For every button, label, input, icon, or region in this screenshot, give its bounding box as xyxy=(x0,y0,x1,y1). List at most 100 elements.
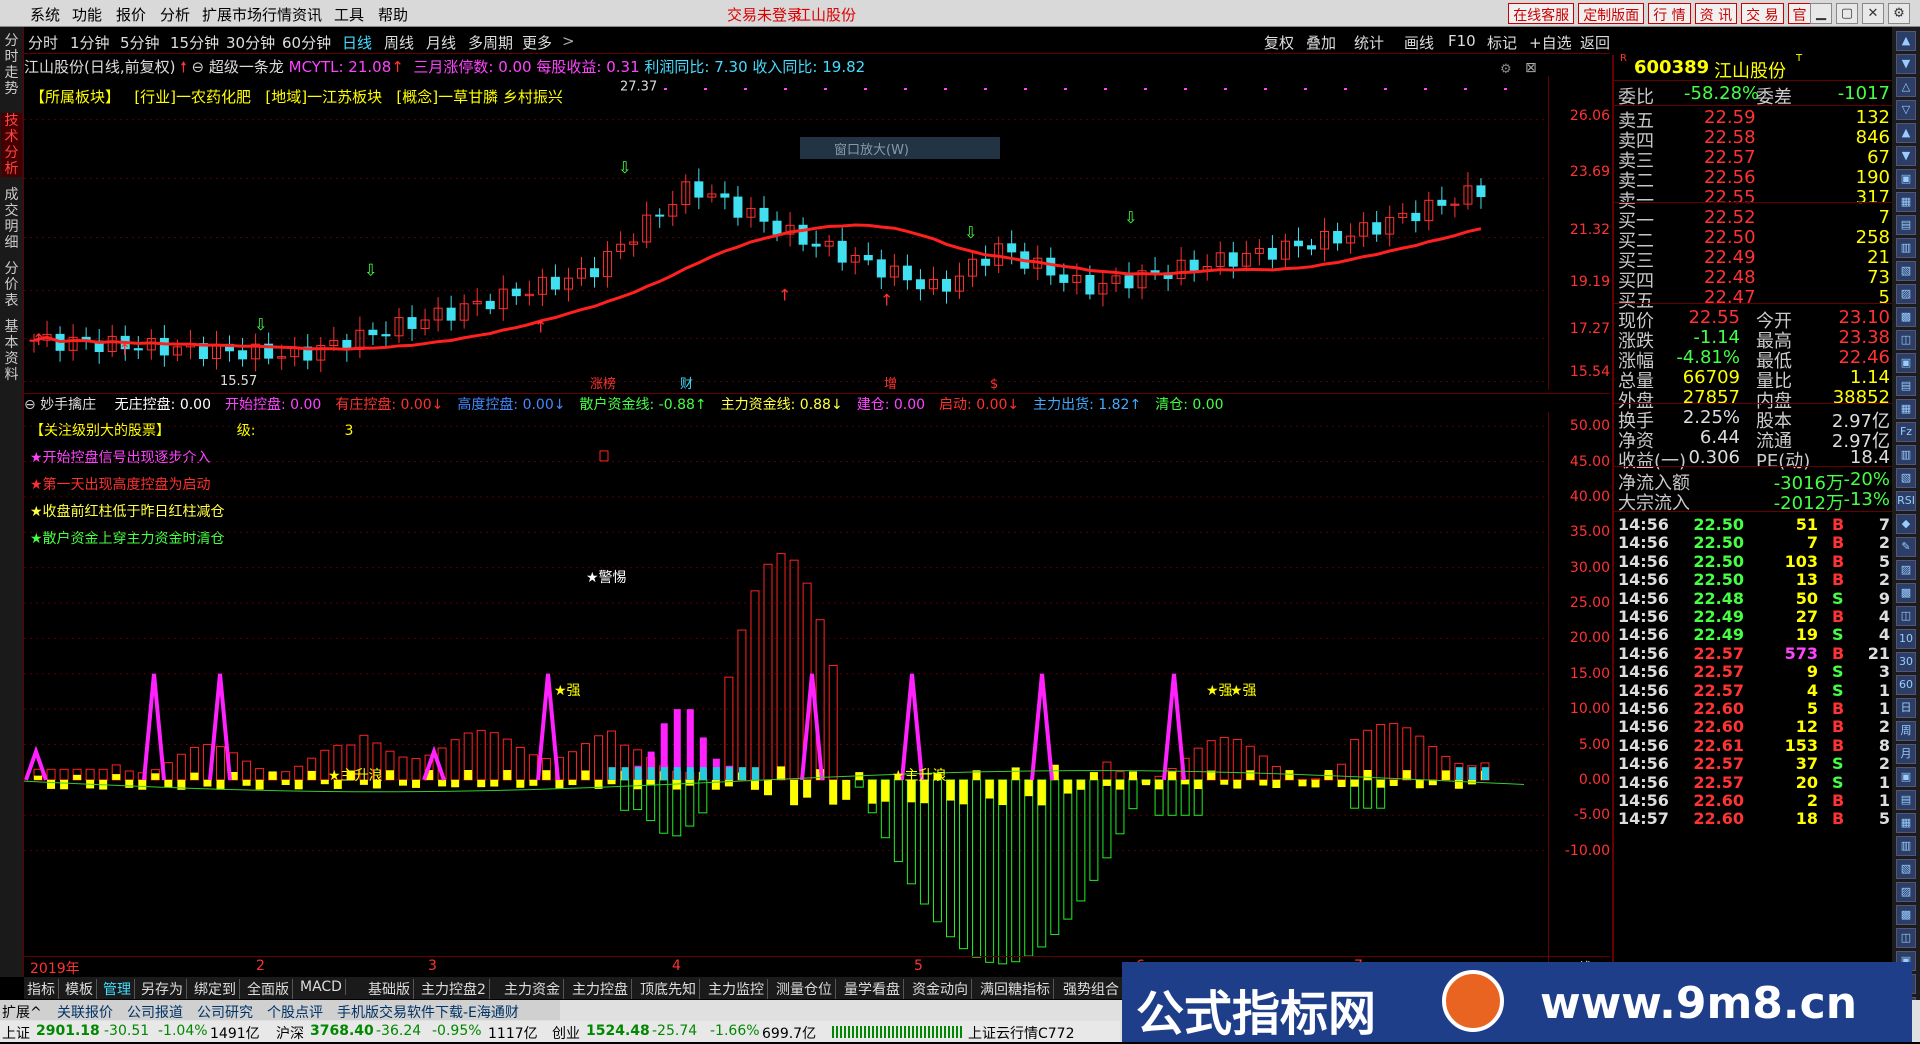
trade-button[interactable]: 交 易 xyxy=(1741,3,1783,24)
tool-add-watchlist[interactable]: +自选 xyxy=(1529,32,1572,53)
period-intraday[interactable]: 分时 xyxy=(28,32,58,53)
side-tool-icon[interactable]: ▽ xyxy=(1896,100,1916,120)
side-tool-icon[interactable]: ▨ xyxy=(1896,882,1916,902)
side-tool-icon[interactable]: ▥ xyxy=(1896,445,1916,465)
chart-settings-icon[interactable]: ⚙ xyxy=(1500,62,1512,77)
side-tool-icon[interactable]: ▤ xyxy=(1896,790,1916,810)
template-tab[interactable]: 全面版 xyxy=(244,979,293,999)
menu-system[interactable]: 系统 xyxy=(30,4,60,25)
side-tool-icon[interactable]: ▼ xyxy=(1896,146,1916,166)
online-service-button[interactable]: 在线客服 xyxy=(1508,3,1574,24)
news-button[interactable]: 资 讯 xyxy=(1695,3,1737,24)
side-tool-icon[interactable]: ▦ xyxy=(1896,813,1916,833)
side-tool-icon[interactable]: 月 xyxy=(1896,744,1916,764)
cy-label[interactable]: 创业 xyxy=(552,1023,580,1043)
period-daily[interactable]: 日线 xyxy=(342,32,372,53)
side-tool-icon[interactable]: ▦ xyxy=(1896,192,1916,212)
template-tab[interactable]: 模板 xyxy=(62,979,97,999)
side-tool-icon[interactable]: ▧ xyxy=(1896,859,1916,879)
chart-close-icon[interactable]: ⊠ xyxy=(1525,60,1537,76)
side-tool-icon[interactable]: RSI xyxy=(1896,491,1916,511)
side-tool-icon[interactable]: 30 xyxy=(1896,652,1916,672)
tab-price-table[interactable]: 分价表 xyxy=(1,261,22,309)
side-tool-icon[interactable]: ◫ xyxy=(1896,928,1916,948)
side-tool-icon[interactable]: ◫ xyxy=(1896,606,1916,626)
market-button[interactable]: 行 情 xyxy=(1648,3,1690,24)
bottom-link[interactable]: 扩展^ xyxy=(2,1002,42,1022)
period-5min[interactable]: 5分钟 xyxy=(120,32,160,53)
side-tool-icon[interactable]: ▩ xyxy=(1896,307,1916,327)
sub-indicator-name[interactable]: 妙手擒庄 xyxy=(40,397,96,413)
side-tool-icon[interactable]: ▨ xyxy=(1896,560,1916,580)
bottom-link[interactable]: 手机版交易软件下载-E海通财 xyxy=(337,1002,519,1022)
period-weekly[interactable]: 周线 xyxy=(384,32,414,53)
tool-mark[interactable]: 标记 xyxy=(1487,32,1517,53)
kline-chart[interactable]: 27.3715.57涨榜财增$↑↑↑↑↑⇩⇩⇩⇩⇩ xyxy=(24,76,1610,390)
period-multi[interactable]: 多周期 xyxy=(468,32,513,53)
template-tab[interactable]: 主力资金 xyxy=(501,979,564,999)
side-tool-icon[interactable]: ▥ xyxy=(1896,836,1916,856)
menu-news[interactable]: 资讯 xyxy=(292,4,322,25)
minimize-icon[interactable]: ▁ xyxy=(1810,3,1832,24)
bottom-link[interactable]: 关联报价 xyxy=(57,1002,113,1022)
side-tool-icon[interactable]: ✎ xyxy=(1896,537,1916,557)
indicator-name[interactable]: 超级一条龙 xyxy=(209,58,284,76)
template-tab[interactable]: 测量仓位 xyxy=(773,979,836,999)
menu-quote[interactable]: 报价 xyxy=(116,4,146,25)
zoom-popup[interactable]: 窗口放大(W) xyxy=(800,137,1000,159)
bottom-link[interactable]: 公司报道 xyxy=(127,1002,183,1022)
side-tool-icon[interactable]: ▧ xyxy=(1896,261,1916,281)
side-tool-icon[interactable]: ▣ xyxy=(1896,767,1916,787)
side-tool-icon[interactable]: 10 xyxy=(1896,629,1916,649)
side-tool-icon[interactable]: ▩ xyxy=(1896,583,1916,603)
template-tab[interactable]: 另存为 xyxy=(138,979,187,999)
template-tab[interactable]: 量学看盘 xyxy=(841,979,904,999)
side-tool-icon[interactable]: ▩ xyxy=(1896,905,1916,925)
tab-technical[interactable]: 技术分析 xyxy=(1,113,22,177)
template-tab[interactable]: 管理 xyxy=(100,979,135,999)
side-tool-icon[interactable]: ▲ xyxy=(1896,31,1916,51)
template-tab[interactable]: MACD xyxy=(297,979,346,995)
side-tool-icon[interactable]: ▲ xyxy=(1896,123,1916,143)
template-tab[interactable]: 资金动向 xyxy=(909,979,972,999)
side-tool-icon[interactable]: △ xyxy=(1896,77,1916,97)
hs-label[interactable]: 沪深 xyxy=(276,1023,304,1043)
period-monthly[interactable]: 月线 xyxy=(426,32,456,53)
side-tool-icon[interactable]: 日 xyxy=(1896,698,1916,718)
side-tool-icon[interactable]: ▤ xyxy=(1896,376,1916,396)
bottom-link[interactable]: 公司研究 xyxy=(197,1002,253,1022)
close-icon[interactable]: ✕ xyxy=(1862,3,1884,24)
more-chevron-icon[interactable]: > xyxy=(562,32,575,50)
sub-indicator-chart[interactable]: ★警惕★强★强★强★主升浪★主升浪 xyxy=(24,412,1548,978)
sub-toggle-icon[interactable]: ⊖ xyxy=(24,397,36,413)
tool-back[interactable]: 返回 xyxy=(1580,32,1610,53)
tab-intraday[interactable]: 分时走势 xyxy=(1,33,22,97)
bottom-link[interactable]: 个股点评 xyxy=(267,1002,323,1022)
custom-layout-button[interactable]: 定制版面 xyxy=(1578,3,1644,24)
template-tab[interactable]: 满回糖指标 xyxy=(977,979,1054,999)
restore-icon[interactable]: ▢ xyxy=(1836,3,1858,24)
period-more[interactable]: 更多 xyxy=(522,32,552,53)
menu-tools[interactable]: 工具 xyxy=(334,4,364,25)
indicator-toggle-icon[interactable]: ⊖ xyxy=(191,58,204,76)
tool-draw[interactable]: 画线 xyxy=(1404,32,1434,53)
settings-icon[interactable]: ⚙ xyxy=(1888,3,1910,24)
tool-adjust[interactable]: 复权 xyxy=(1264,32,1294,53)
period-30min[interactable]: 30分钟 xyxy=(226,32,275,53)
side-tool-icon[interactable]: ◫ xyxy=(1896,330,1916,350)
template-tab[interactable]: 指标 xyxy=(24,979,59,999)
menu-function[interactable]: 功能 xyxy=(72,4,102,25)
template-tab[interactable]: 绑定到 xyxy=(191,979,240,999)
side-tool-icon[interactable]: Fz xyxy=(1896,422,1916,442)
side-tool-icon[interactable]: 周 xyxy=(1896,721,1916,741)
template-tab[interactable]: 主力控盘2 xyxy=(418,979,490,999)
side-tool-icon[interactable]: ▣ xyxy=(1896,169,1916,189)
side-tool-icon[interactable]: ▥ xyxy=(1896,238,1916,258)
tool-overlay[interactable]: 叠加 xyxy=(1306,32,1336,53)
template-tab[interactable]: 基础版 xyxy=(365,979,414,999)
tab-fundamentals[interactable]: 基本资料 xyxy=(1,319,22,383)
side-tool-icon[interactable]: 60 xyxy=(1896,675,1916,695)
template-tab[interactable]: 顶底先知 xyxy=(637,979,700,999)
menu-ext-market[interactable]: 扩展市场行情 xyxy=(202,4,292,25)
period-1min[interactable]: 1分钟 xyxy=(70,32,110,53)
